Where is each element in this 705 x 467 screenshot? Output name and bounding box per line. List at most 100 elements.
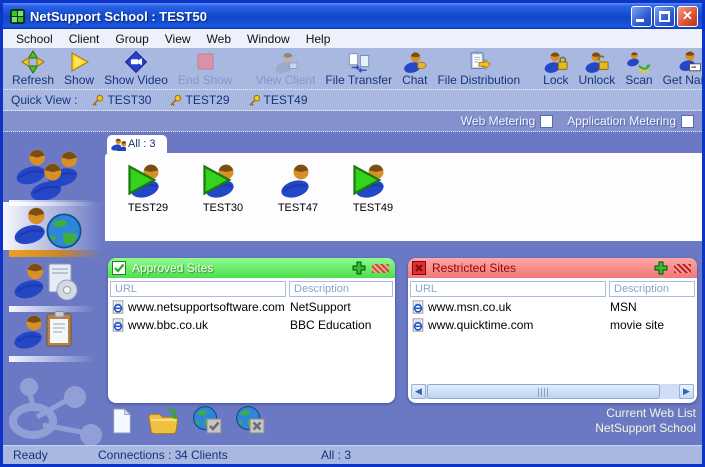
web-metering-checkbox[interactable] [540,115,553,128]
menu-web[interactable]: Web [200,31,238,47]
chat-button[interactable]: Chat [397,50,432,87]
ie-site-icon [111,318,125,332]
column-header-url[interactable]: URL [110,281,286,297]
show-video-icon [124,50,148,74]
view-client-button[interactable]: View Client [251,50,321,87]
tab-all-group[interactable]: All : 3 [107,135,167,153]
client-name: TEST47 [278,202,318,214]
scroll-right-arrow[interactable]: ▶ [679,384,694,399]
toolbar-label: File Transfer [325,73,392,87]
footer-line1: Current Web List [595,406,696,421]
client-test47[interactable]: TEST47 [267,163,329,241]
approved-column-headers: URL Description [110,281,393,297]
restricted-site-row[interactable]: www.msn.co.uk MSN [408,298,697,316]
menu-window[interactable]: Window [240,31,297,47]
client-list-area: TEST29 TEST30 TEST47 TEST [105,153,702,241]
restricted-globe-icon[interactable] [236,406,266,436]
lock-button[interactable]: Lock [538,50,573,87]
client-test29[interactable]: TEST29 [117,163,179,241]
restricted-x-icon [412,261,426,275]
get-name-button[interactable]: Get Name [658,50,705,87]
title-bar[interactable]: NetSupport School : TEST50 ✕ [3,3,702,29]
menu-bar: School Client Group View Web Window Help [3,29,702,48]
status-bar: Ready Connections : 3 4 Clients All : 3 [3,445,702,464]
column-header-description[interactable]: Description [609,281,695,297]
sidebar-selection-underline [9,250,101,257]
approved-check-icon [112,261,126,275]
sidebar-item-application-control[interactable] [11,260,103,304]
horizontal-scrollbar[interactable]: ◀ ▶ [411,384,694,399]
sidebar-divider [9,356,95,362]
scrollbar-thumb[interactable] [427,384,660,399]
view-client-icon [274,50,298,74]
restricted-list-grip-icon[interactable] [674,264,691,273]
status-connections: Connections : 3 [98,448,181,462]
metering-bar: Web Metering Application Metering [3,111,702,132]
show-video-button[interactable]: Show Video [99,50,173,87]
close-icon: ✕ [678,8,697,24]
refresh-button[interactable]: Refresh [7,50,59,87]
toolbar-label: Chat [402,73,427,87]
toolbar-label: File Distribution [437,73,520,87]
connected-play-icon [198,162,238,198]
menu-help[interactable]: Help [299,31,338,47]
current-web-list-note: Current Web List NetSupport School [595,406,696,436]
open-list-icon[interactable] [147,408,180,436]
quick-view-item-label: TEST49 [264,93,308,107]
quick-view-item-test30[interactable]: TEST30 [91,93,151,107]
scroll-left-arrow[interactable]: ◀ [411,384,426,399]
lock-icon [544,50,568,74]
approved-site-row[interactable]: www.bbc.co.uk BBC Education [108,316,395,334]
show-button[interactable]: Show [59,50,99,87]
tab-label: All : 3 [128,138,156,150]
column-header-description[interactable]: Description [289,281,393,297]
key-icon [91,94,104,107]
network-watermark-icon [3,377,107,449]
file-transfer-button[interactable]: File Transfer [320,50,397,87]
approved-list-grip-icon[interactable] [372,264,389,273]
scrollbar-grip-icon [538,388,550,397]
site-url: www.quicktime.com [428,318,610,332]
quick-view-item-test49[interactable]: TEST49 [248,93,308,107]
column-header-url[interactable]: URL [410,281,606,297]
minimize-button[interactable] [631,6,652,27]
scan-button[interactable]: Scan [620,50,657,87]
approved-site-row[interactable]: www.netsupportsoftware.com NetSupport [108,298,395,316]
approved-sites-header: Approved Sites [108,258,395,278]
site-description: MSN [610,300,637,314]
application-metering-checkbox[interactable] [681,115,694,128]
client-test30[interactable]: TEST30 [192,163,254,241]
add-approved-site-button[interactable] [352,261,366,275]
menu-group[interactable]: Group [108,31,155,47]
menu-school[interactable]: School [9,31,60,47]
unlock-button[interactable]: Unlock [574,50,621,87]
quick-view-item-label: TEST30 [107,93,151,107]
restricted-site-row[interactable]: www.quicktime.com movie site [408,316,697,334]
client-name: TEST29 [128,202,168,214]
maximize-button[interactable] [654,6,675,27]
approved-globe-icon[interactable] [193,406,223,436]
status-clients: 4 Clients [181,448,228,462]
new-list-icon[interactable] [110,406,134,436]
sidebar-item-group-view[interactable] [11,148,103,200]
approved-sites-title: Approved Sites [132,261,346,275]
quick-view-item-test29[interactable]: TEST29 [169,93,229,107]
toolbar-label: End Show [178,73,233,87]
show-icon [67,50,91,74]
file-transfer-icon [347,50,371,74]
sidebar-item-web-control[interactable] [11,204,103,250]
close-button[interactable]: ✕ [677,6,698,27]
add-restricted-site-button[interactable] [654,261,668,275]
menu-view[interactable]: View [158,31,198,47]
client-test49[interactable]: TEST49 [342,163,404,241]
restricted-column-headers: URL Description [410,281,695,297]
quick-view-item-label: TEST29 [185,93,229,107]
end-show-button[interactable]: End Show [173,50,238,87]
menu-client[interactable]: Client [62,31,107,47]
sidebar-item-student-register[interactable] [11,310,103,354]
restricted-sites-title: Restricted Sites [432,261,648,275]
approved-sites-panel: Approved Sites URL Description www.netsu… [108,258,395,403]
application-control-icon [11,260,95,304]
file-distribution-button[interactable]: File Distribution [432,50,525,87]
site-description: NetSupport [290,300,351,314]
